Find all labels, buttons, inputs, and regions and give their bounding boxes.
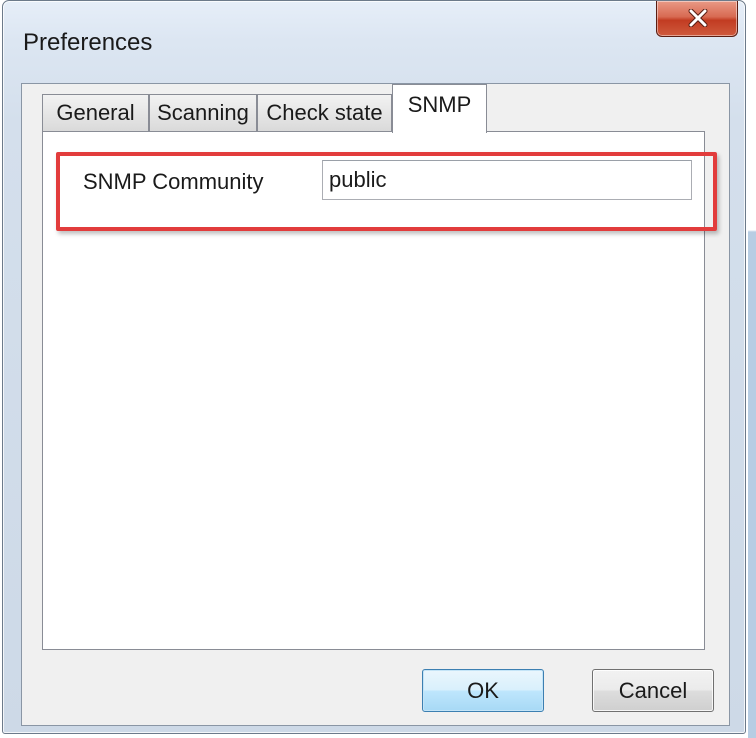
window-title: Preferences [23, 29, 153, 56]
snmp-community-label: SNMP Community [83, 169, 264, 194]
tab-scanning[interactable]: Scanning [149, 94, 257, 132]
dialog-client-area: General Scanning Check state SNMP SNMP C… [21, 83, 730, 726]
snmp-tab-page: SNMP Community [42, 131, 717, 650]
tab-general[interactable]: General [42, 94, 149, 132]
desktop-background [748, 0, 756, 738]
tab-snmp[interactable]: SNMP [392, 84, 487, 133]
title-bar[interactable]: Preferences [3, 1, 745, 81]
tab-check-state[interactable]: Check state [257, 94, 392, 132]
preferences-dialog: Preferences General Scanning Check state… [2, 0, 746, 734]
close-button[interactable] [656, 1, 738, 37]
snmp-community-input[interactable] [322, 160, 692, 200]
cancel-button[interactable]: Cancel [592, 669, 714, 712]
close-icon [688, 9, 708, 27]
ok-button[interactable]: OK [422, 669, 544, 712]
